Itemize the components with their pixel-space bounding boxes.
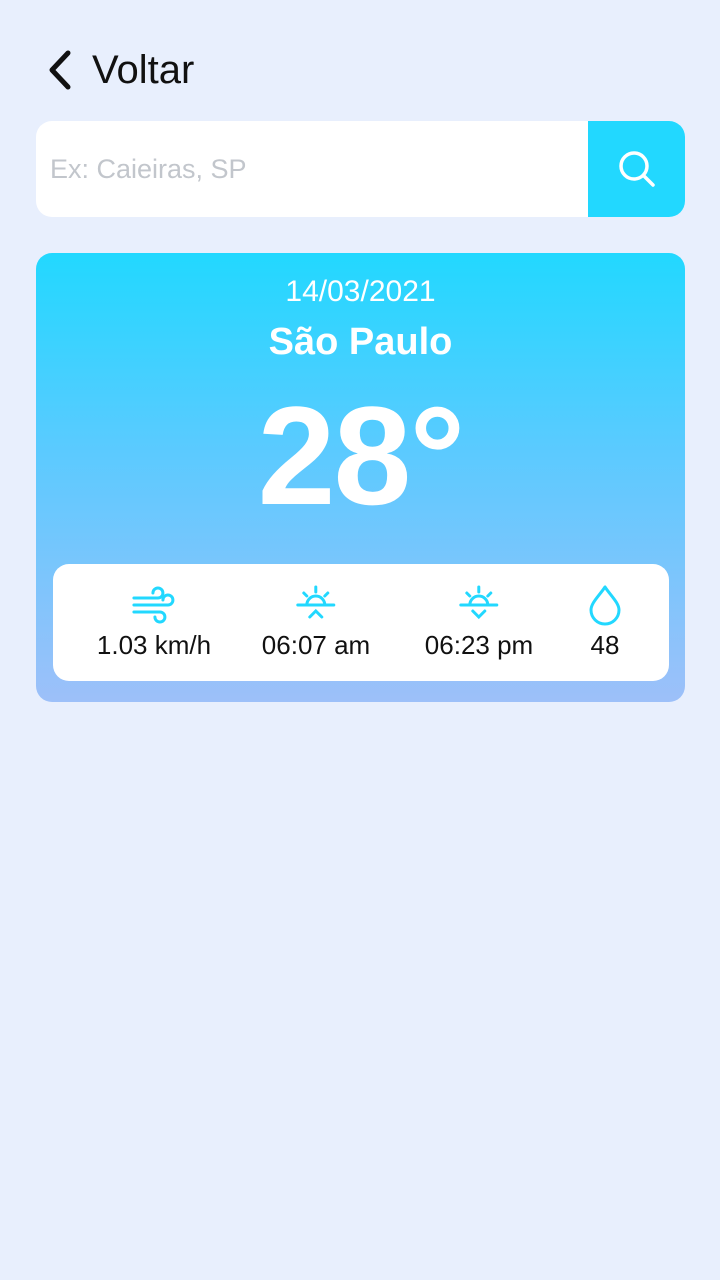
- sunrise-icon: [296, 585, 336, 619]
- search-input[interactable]: [36, 121, 588, 217]
- sunset-icon: [459, 585, 499, 620]
- humidity-drop-icon: [589, 585, 621, 626]
- weather-screen: Voltar 14/03/2021 São Paulo 28°: [0, 0, 720, 1280]
- city-name: São Paulo: [268, 321, 453, 363]
- weather-details: 1.03 km/h 06:07 am 06:23 pm 48: [53, 564, 669, 681]
- weather-card: 14/03/2021 São Paulo 28° 1.03 km/h 06:07…: [36, 253, 685, 702]
- search-icon: [618, 151, 655, 187]
- sunset-detail: 06:23 pm: [425, 584, 533, 661]
- back-button[interactable]: Voltar: [44, 44, 194, 96]
- back-label: Voltar: [92, 48, 195, 92]
- temperature: 28°: [257, 377, 466, 534]
- sunset-value: 06:23 pm: [424, 630, 534, 660]
- search-bar: [36, 121, 685, 217]
- weather-date: 14/03/2021: [285, 275, 436, 308]
- chevron-left-icon: [49, 50, 71, 90]
- sunrise-detail: 06:07 am: [262, 584, 370, 661]
- wind-detail: 1.03 km/h: [97, 584, 211, 661]
- humidity-value: 48: [590, 630, 620, 660]
- wind-speed-value: 1.03 km/h: [96, 630, 212, 660]
- wind-icon: [132, 586, 175, 624]
- humidity-detail: 48: [587, 584, 623, 661]
- sunrise-value: 06:07 am: [261, 630, 371, 660]
- search-button[interactable]: [588, 121, 685, 217]
